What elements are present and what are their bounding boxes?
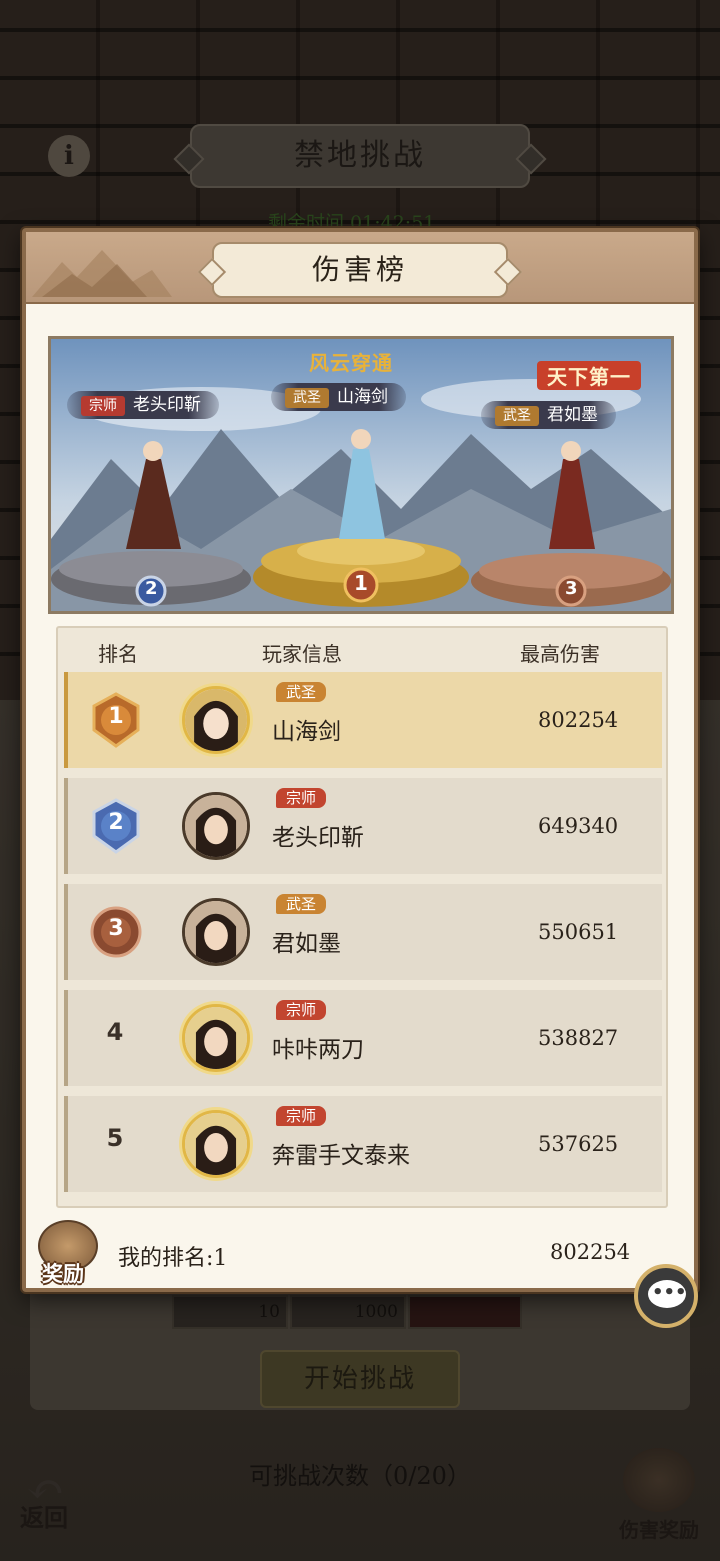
table-row[interactable]: 5 宗师 奔雷手文泰来 537625 [64, 1096, 662, 1192]
player-name: 老头印靳 [133, 395, 201, 415]
podium-first-banner: 风云穿通 [309, 351, 393, 375]
player-portrait-icon [185, 901, 247, 963]
podium-second-tag: 宗师 老头印靳 [67, 391, 219, 419]
rank-number: 3 [108, 916, 124, 941]
avatar[interactable] [182, 686, 250, 754]
podium-scene: 风云穿通 天下第一 宗师 老头印靳 武圣 山海剑 武圣 君如墨 2 1 3 [48, 336, 674, 614]
title-badge: 宗师 [276, 1000, 327, 1020]
ellipsis-icon: ••• [652, 1282, 687, 1303]
table-header: 排名 玩家信息 最高伤害 [58, 628, 666, 670]
rank-number: 5 [106, 1124, 124, 1152]
table-row[interactable]: 3 武圣 君如墨 550651 [64, 884, 662, 980]
chat-button[interactable]: ••• [634, 1264, 698, 1328]
title-badge: 武圣 [276, 682, 327, 702]
avatar[interactable] [182, 898, 250, 966]
title-badge: 宗师 [276, 1106, 327, 1126]
player-portrait-icon [185, 689, 247, 751]
header-max-damage: 最高伤害 [520, 642, 600, 666]
title-badge: 武圣 [276, 894, 327, 914]
max-damage: 802254 [538, 708, 619, 732]
my-rank: 我的排名:1 [118, 1246, 228, 1271]
player-name: 山海剑 [272, 719, 341, 745]
modal-header: 伤害榜 [26, 232, 694, 304]
mountain-decoration-icon [32, 250, 172, 297]
player-portrait-icon [185, 1007, 247, 1069]
max-damage: 550651 [538, 920, 619, 944]
podium-third-tag: 武圣 君如墨 [481, 401, 616, 429]
damage-leaderboard-modal: 伤害榜 风云穿通 天下第一 宗师 老头印靳 武圣 山海剑 武圣 君如墨 2 1 … [22, 228, 698, 1292]
player-name: 山海剑 [337, 387, 388, 407]
avatar[interactable] [182, 1004, 250, 1072]
player-name: 老头印靳 [272, 825, 364, 851]
player-name: 咔咔两刀 [272, 1037, 364, 1063]
player-portrait-icon [185, 1113, 247, 1175]
max-damage: 649340 [538, 814, 619, 838]
title-badge: 武圣 [285, 388, 329, 408]
rank-number: 4 [106, 1018, 124, 1046]
table-row[interactable]: 1 武圣 山海剑 802254 [64, 672, 662, 768]
podium-first-tag: 武圣 山海剑 [271, 383, 406, 411]
podium-third-banner: 天下第一 [537, 361, 641, 390]
title-badge: 宗师 [81, 396, 125, 416]
header-rank: 排名 [98, 642, 138, 666]
title-badge: 武圣 [495, 406, 539, 426]
reward-button[interactable]: 奖励 [34, 1220, 104, 1290]
modal-title: 伤害榜 [212, 242, 508, 298]
table-row[interactable]: 2 宗师 老头印靳 649340 [64, 778, 662, 874]
player-name: 君如墨 [272, 931, 341, 957]
avatar[interactable] [182, 1110, 250, 1178]
avatar[interactable] [182, 792, 250, 860]
player-portrait-icon [185, 795, 247, 857]
reward-label: 奖励 [42, 1261, 84, 1286]
rank-number: 2 [108, 810, 124, 835]
table-row[interactable]: 4 宗师 咔咔两刀 538827 [64, 990, 662, 1086]
header-player-info: 玩家信息 [262, 642, 342, 666]
max-damage: 537625 [538, 1132, 619, 1156]
max-damage: 538827 [538, 1026, 619, 1050]
title-badge: 宗师 [276, 788, 327, 808]
player-name: 奔雷手文泰来 [272, 1143, 410, 1169]
podium-rank-2: 2 [145, 578, 158, 599]
player-name: 君如墨 [547, 405, 598, 425]
podium-rank-1: 1 [354, 571, 368, 595]
podium-rank-3: 3 [565, 578, 578, 599]
rank-number: 1 [108, 704, 124, 729]
ranking-table[interactable]: 排名 玩家信息 最高伤害 1 武圣 山海剑 802254 2 宗师 老头印靳 6… [56, 626, 668, 1208]
my-damage: 802254 [550, 1240, 631, 1264]
